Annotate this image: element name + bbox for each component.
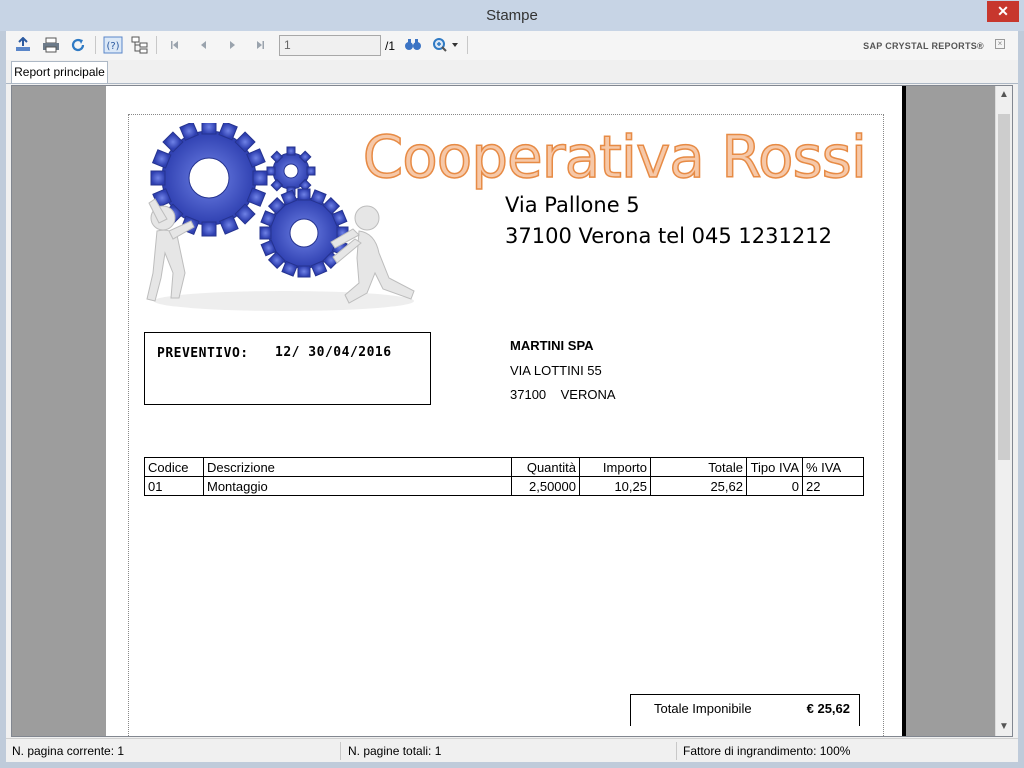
status-total-pages: N. pagine totali: 1 — [348, 744, 442, 758]
status-zoom: Fattore di ingrandimento: 100% — [683, 744, 851, 758]
table-cell: 22 — [802, 476, 864, 496]
table-row: 01 Montaggio 2,50000 10,25 25,62 0 22 — [144, 476, 864, 496]
table-header-row: Codice Descrizione Quantità Importo Tota… — [144, 457, 864, 477]
group-tree-icon[interactable] — [129, 35, 151, 55]
column-header: % IVA — [802, 457, 864, 477]
column-header: Codice — [144, 457, 204, 477]
scroll-up-icon[interactable]: ▲ — [996, 86, 1012, 103]
zoom-icon[interactable] — [430, 35, 462, 55]
quote-box: PREVENTIVO: 12/ 30/04/2016 — [144, 332, 431, 405]
column-header: Totale — [650, 457, 747, 477]
next-page-icon[interactable] — [221, 35, 243, 55]
last-page-icon[interactable] — [249, 35, 271, 55]
page-number-input[interactable]: 1 — [279, 35, 381, 56]
customer-city: 37100 VERONA — [510, 387, 616, 402]
window-titlebar: Stampe ✕ — [0, 0, 1024, 31]
status-current-page: N. pagina corrente: 1 — [12, 744, 125, 758]
column-header: Descrizione — [203, 457, 512, 477]
first-page-icon[interactable] — [164, 35, 186, 55]
table-cell: 01 — [144, 476, 204, 496]
column-header: Tipo IVA — [746, 457, 803, 477]
report-toolbar: (?) 1 /1 SAP CRYSTAL REPORTS® × — [6, 31, 1018, 60]
column-header: Importo — [579, 457, 651, 477]
vertical-scrollbar[interactable]: ▲ ▼ — [995, 86, 1012, 736]
table-cell: 10,25 — [579, 476, 651, 496]
prev-page-icon[interactable] — [193, 35, 215, 55]
report-page: Cooperativa Rossi Via Pallone 5 37100 Ve… — [106, 86, 902, 736]
table-cell: 25,62 — [650, 476, 747, 496]
page-count-label: /1 — [385, 39, 396, 53]
svg-text:(?): (?) — [106, 41, 119, 52]
items-table: Codice Descrizione Quantità Importo Tota… — [144, 457, 864, 496]
crystal-reports-brand: SAP CRYSTAL REPORTS® — [863, 41, 984, 51]
tab-report-principale[interactable]: Report principale — [11, 61, 108, 83]
total-value: € 25,62 — [806, 701, 850, 716]
window-title: Stampe — [486, 7, 538, 24]
company-address-line2: 37100 Verona tel 045 1231212 — [505, 224, 832, 248]
total-box: Totale Imponibile € 25,62 — [630, 694, 860, 726]
window-frame: (?) 1 /1 SAP CRYSTAL REPORTS® × Report p… — [6, 31, 1018, 762]
print-icon[interactable] — [40, 35, 62, 55]
find-icon[interactable] — [402, 35, 424, 55]
refresh-icon[interactable] — [67, 35, 89, 55]
column-header: Quantità — [511, 457, 580, 477]
scroll-thumb[interactable] — [998, 114, 1010, 460]
table-cell: Montaggio — [203, 476, 512, 496]
window-close-button[interactable]: ✕ — [987, 1, 1019, 22]
table-cell: 0 — [746, 476, 803, 496]
table-cell: 2,50000 — [511, 476, 580, 496]
customer-name: MARTINI SPA — [510, 338, 594, 353]
company-name: Cooperativa Rossi — [362, 123, 868, 191]
quote-label: PREVENTIVO: — [157, 346, 249, 361]
company-address-line1: Via Pallone 5 — [505, 193, 640, 217]
export-icon[interactable] — [12, 35, 34, 55]
close-report-icon[interactable]: × — [995, 39, 1005, 49]
customer-street: VIA LOTTINI 55 — [510, 363, 602, 378]
status-bar: N. pagina corrente: 1 N. pagine totali: … — [6, 738, 1018, 762]
help-icon[interactable]: (?) — [102, 35, 124, 55]
scroll-down-icon[interactable]: ▼ — [996, 718, 1012, 735]
quote-number-date: 12/ 30/04/2016 — [275, 345, 392, 360]
total-label: Totale Imponibile — [654, 701, 752, 716]
report-viewer: Cooperativa Rossi Via Pallone 5 37100 Ve… — [11, 85, 1013, 737]
